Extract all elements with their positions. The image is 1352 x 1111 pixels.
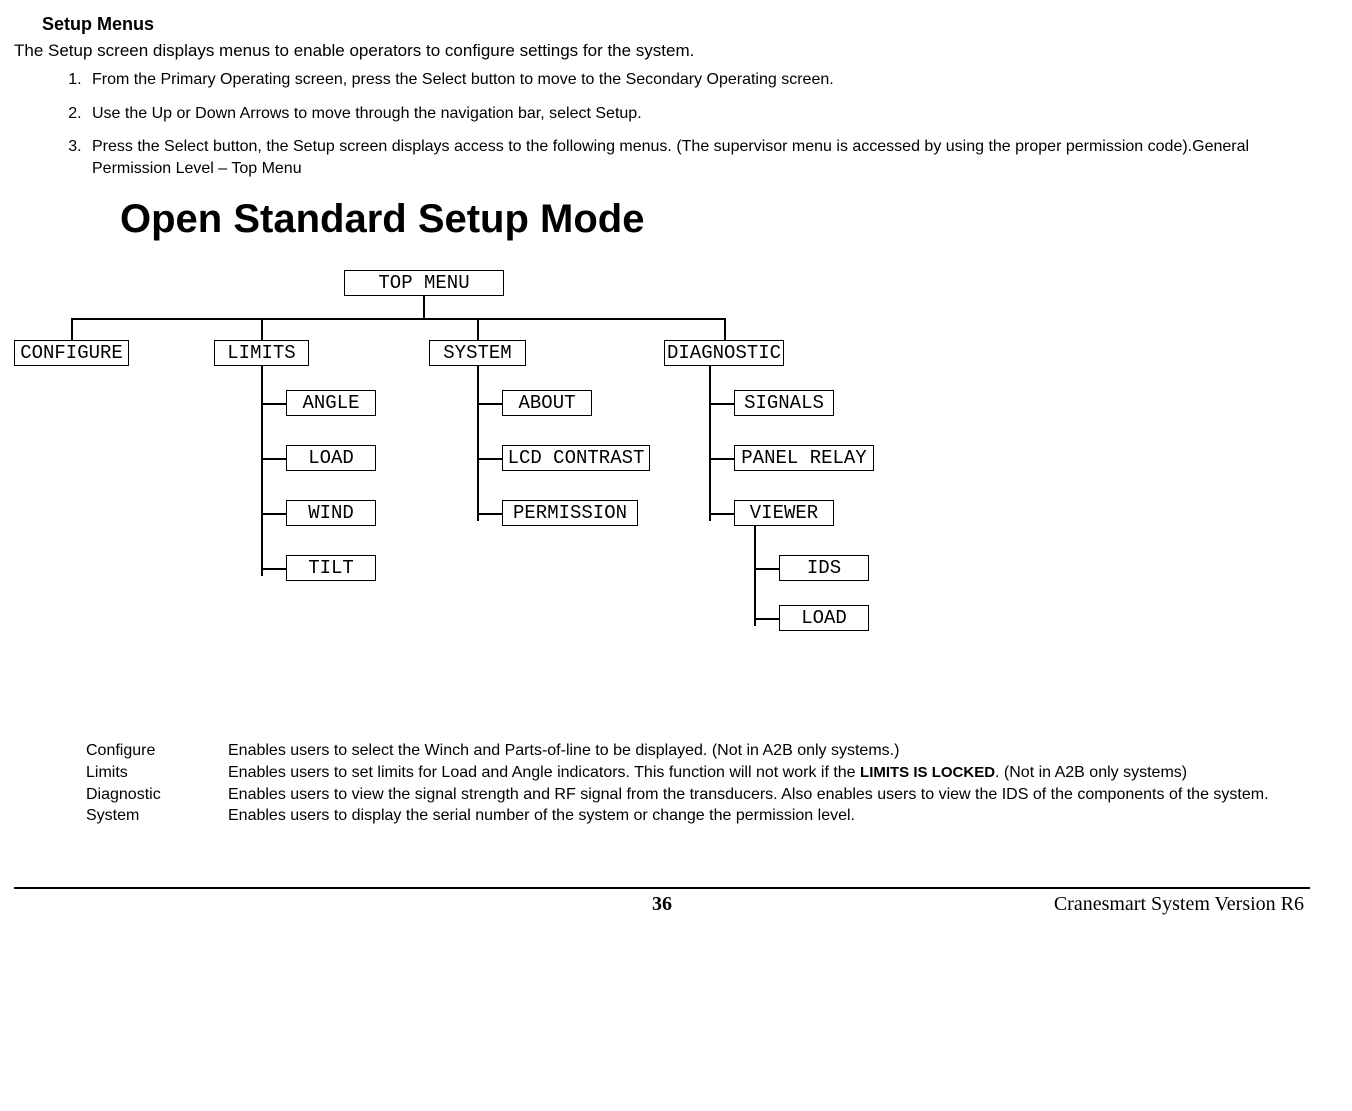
connector <box>709 403 734 405</box>
def-desc: Enables users to view the signal strengt… <box>228 784 1290 806</box>
connector <box>754 618 779 620</box>
footer-version: Cranesmart System Version R6 <box>876 893 1304 916</box>
def-term: System <box>86 805 228 827</box>
node-viewer-load: LOAD <box>779 605 869 631</box>
section-heading: Setup Menus <box>42 14 1310 35</box>
connector <box>261 568 286 570</box>
node-system: SYSTEM <box>429 340 526 366</box>
node-viewer-ids: IDS <box>779 555 869 581</box>
def-term: Limits <box>86 762 228 784</box>
connector <box>261 318 263 340</box>
connector <box>71 318 73 340</box>
def-limits-pre: Enables users to set limits for Load and… <box>228 764 860 781</box>
node-diag-viewer: VIEWER <box>734 500 834 526</box>
node-system-about: ABOUT <box>502 390 592 416</box>
node-diag-panel-relay: PANEL RELAY <box>734 445 874 471</box>
connector <box>709 458 734 460</box>
page-number: 36 <box>448 893 876 916</box>
step-3: Press the Select button, the Setup scree… <box>86 136 1310 179</box>
menu-tree-diagram: TOP MENU CONFIGURE LIMITS ANGLE LOAD WIN… <box>14 270 1014 680</box>
node-limits-load: LOAD <box>286 445 376 471</box>
def-limits: Limits Enables users to set limits for L… <box>86 762 1290 784</box>
connector <box>261 458 286 460</box>
connector <box>477 366 479 521</box>
connector <box>709 513 734 515</box>
connector <box>71 318 726 320</box>
node-system-permission: PERMISSION <box>502 500 638 526</box>
definition-list: Configure Enables users to select the Wi… <box>86 740 1290 826</box>
node-limits-angle: ANGLE <box>286 390 376 416</box>
def-desc: Enables users to display the serial numb… <box>228 805 1290 827</box>
connector <box>724 318 726 340</box>
mode-heading: Open Standard Setup Mode <box>120 197 1310 242</box>
node-top-menu: TOP MENU <box>344 270 504 296</box>
def-desc: Enables users to set limits for Load and… <box>228 762 1290 784</box>
node-system-lcd-contrast: LCD CONTRAST <box>502 445 650 471</box>
step-2: Use the Up or Down Arrows to move throug… <box>86 103 1310 125</box>
connector <box>709 366 711 521</box>
def-configure: Configure Enables users to select the Wi… <box>86 740 1290 762</box>
intro-text: The Setup screen displays menus to enabl… <box>14 41 1310 61</box>
connector <box>261 403 286 405</box>
node-diag-signals: SIGNALS <box>734 390 834 416</box>
node-limits-tilt: TILT <box>286 555 376 581</box>
def-limits-bold: LIMITS IS LOCKED <box>860 764 995 781</box>
steps-list: From the Primary Operating screen, press… <box>86 69 1310 179</box>
connector <box>261 366 263 576</box>
connector <box>754 526 756 626</box>
connector <box>261 513 286 515</box>
def-term: Diagnostic <box>86 784 228 806</box>
node-configure: CONFIGURE <box>14 340 129 366</box>
connector <box>477 318 479 340</box>
def-limits-post: . (Not in A2B only systems) <box>995 764 1187 781</box>
connector <box>754 568 779 570</box>
footer-rule <box>14 887 1310 889</box>
connector <box>423 296 425 318</box>
def-diagnostic: Diagnostic Enables users to view the sig… <box>86 784 1290 806</box>
def-term: Configure <box>86 740 228 762</box>
connector <box>477 458 502 460</box>
step-1: From the Primary Operating screen, press… <box>86 69 1310 91</box>
node-diagnostic: DIAGNOSTIC <box>664 340 784 366</box>
node-limits-wind: WIND <box>286 500 376 526</box>
def-desc: Enables users to select the Winch and Pa… <box>228 740 1290 762</box>
def-system: System Enables users to display the seri… <box>86 805 1290 827</box>
connector <box>477 513 502 515</box>
connector <box>477 403 502 405</box>
page-footer: 36 Cranesmart System Version R6 <box>14 893 1310 934</box>
node-limits: LIMITS <box>214 340 309 366</box>
